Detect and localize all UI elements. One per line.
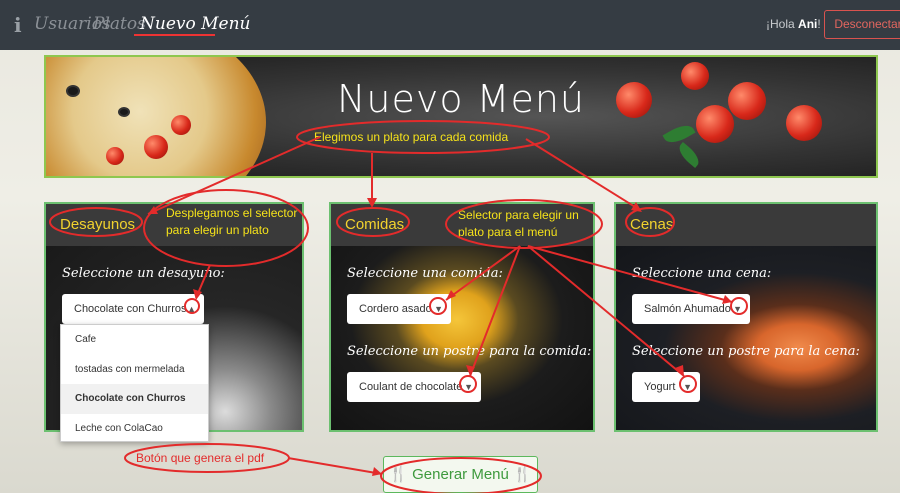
postre-comida-select[interactable]: Coulant de chocolate ▼ <box>347 372 481 402</box>
basil-leaf <box>662 120 696 148</box>
basil-leaf <box>675 142 703 168</box>
dropdown-option-selected[interactable]: Chocolate con Churros <box>61 384 208 414</box>
card-cenas: Cenas Seleccione una cena: Salmón Ahumad… <box>614 202 878 432</box>
page-title: Nuevo Menú <box>336 77 586 121</box>
generate-label: Generar Menú <box>412 466 509 483</box>
desayuno-dropdown: Cafe tostadas con mermelada Chocolate co… <box>60 324 209 442</box>
annotation-2: Desplegamos el selector para elegir un p… <box>166 206 298 237</box>
generate-menu-button[interactable]: 🍴 Generar Menú 🍴 <box>383 456 538 493</box>
dropdown-option[interactable]: Cafe <box>61 325 208 355</box>
comida-label: Seleccione una comida: <box>347 266 503 281</box>
navbar: i Usuarios Platos Nuevo Menú ¡Hola Ani! … <box>0 0 900 50</box>
chevron-up-icon: ▲ <box>187 304 196 314</box>
nav-link-nuevo-menu[interactable]: Nuevo Menú <box>140 14 251 34</box>
greeting: ¡Hola Ani! <box>766 17 821 31</box>
cena-select[interactable]: Salmón Ahumado ▼ <box>632 294 750 324</box>
card-header: Cenas <box>616 204 876 246</box>
fork-knife-icon: 🍴 <box>389 466 408 483</box>
user-name: Ani <box>798 17 818 31</box>
annotation-3: Selector para elegir un plato para el me… <box>458 208 579 239</box>
info-icon[interactable]: i <box>14 13 22 37</box>
card-body: Seleccione una cena: Salmón Ahumado ▼ Sel… <box>616 246 876 430</box>
card-title: Comidas <box>345 216 405 233</box>
postre-cena-label: Seleccione un postre para la cena: <box>632 344 860 359</box>
dropdown-option[interactable]: tostadas con mermelada <box>61 355 208 385</box>
comida-select[interactable]: Cordero asado ▼ <box>347 294 451 324</box>
chevron-down-icon: ▼ <box>464 382 473 392</box>
hero-banner: Nuevo Menú <box>44 55 878 178</box>
annotation-4: Botón que genera el pdf <box>136 451 265 465</box>
active-underline <box>134 34 215 36</box>
annotation-1: Elegimos un plato para cada comida <box>314 130 509 144</box>
postre-comida-label: Seleccione un postre para la comida: <box>347 344 592 359</box>
tomato-image <box>106 147 124 165</box>
desayuno-label: Seleccione un desayuno: <box>62 266 225 281</box>
card-body: Seleccione una comida: Cordero asado ▼ Se… <box>331 246 593 430</box>
card-title: Cenas <box>630 216 674 233</box>
postre-cena-select[interactable]: Yogurt ▼ <box>632 372 700 402</box>
chevron-down-icon: ▼ <box>683 382 692 392</box>
logout-button[interactable]: Desconectar <box>824 10 900 39</box>
tomato-image <box>144 135 168 159</box>
card-title: Desayunos <box>60 216 136 233</box>
cena-label: Seleccione una cena: <box>632 266 772 281</box>
chevron-down-icon: ▼ <box>434 304 443 314</box>
chevron-down-icon: ▼ <box>733 304 742 314</box>
dropdown-option[interactable]: Leche con ColaCao <box>61 414 208 444</box>
nav-link-platos[interactable]: Platos <box>93 14 146 34</box>
desayuno-select[interactable]: Chocolate con Churros ▲ <box>62 294 204 324</box>
fork-knife-icon: 🍴 <box>513 466 532 483</box>
